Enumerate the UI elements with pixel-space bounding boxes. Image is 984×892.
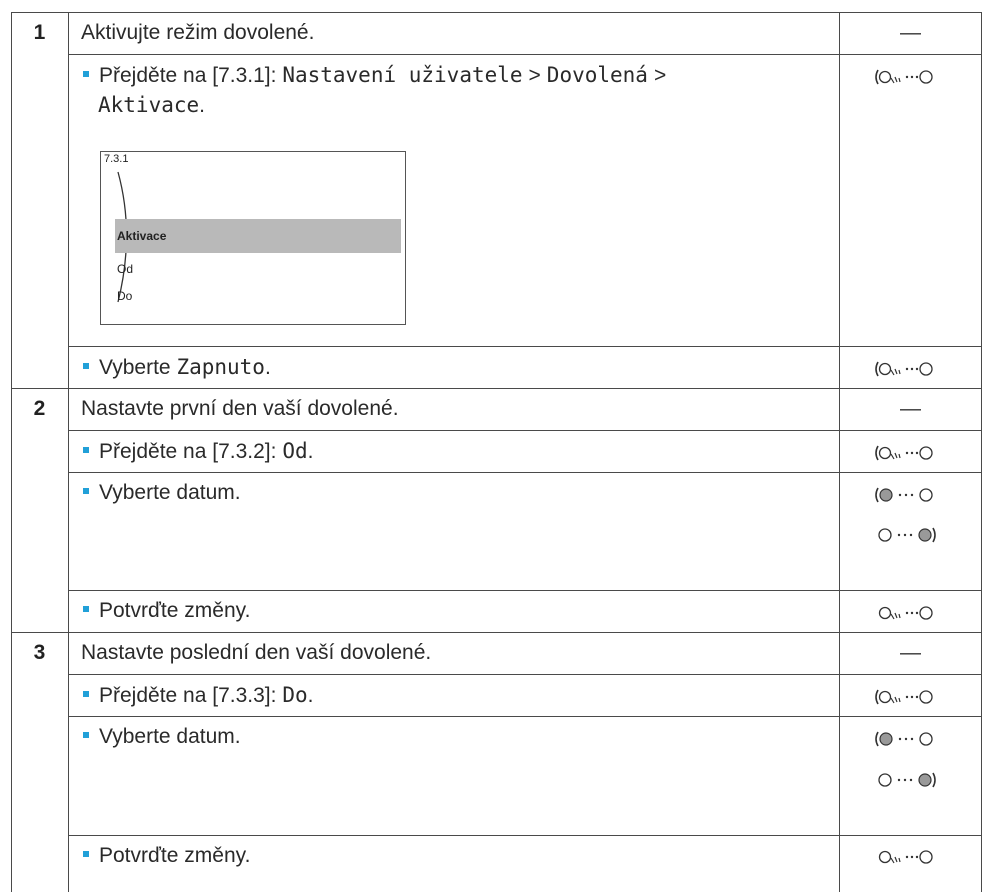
instruction-table: 1 Aktivujte režim dovolené. — Přejděte n… — [11, 12, 982, 892]
row-divider — [68, 346, 982, 347]
menu-path-item: Nastavení uživatele — [282, 63, 523, 87]
substep-navigate: Přejděte na [7.3.3]: Do. — [83, 682, 313, 709]
menu-item: Od — [117, 262, 134, 276]
bullet-icon — [83, 606, 89, 613]
left-dial-press-turn-icon — [875, 689, 933, 705]
bullet-icon — [83, 71, 89, 78]
substep-select-date: Vyberte datum. — [83, 480, 241, 506]
bullet-icon — [83, 732, 89, 739]
step-number: 1 — [33, 21, 46, 44]
bullet-icon — [83, 447, 89, 454]
menu-item-selected: Aktivace — [117, 229, 167, 243]
no-control-dash: — — [900, 21, 921, 44]
bullet-icon — [83, 691, 89, 698]
no-control-dash: — — [900, 397, 921, 420]
left-dial-press-turn-icon — [875, 361, 933, 377]
table-border-left — [11, 12, 12, 892]
bullet-icon — [83, 851, 89, 858]
row-divider — [68, 54, 982, 55]
bullet-icon — [83, 363, 89, 370]
table-divider-controls — [839, 12, 840, 892]
right-dial-turn-icon — [878, 772, 936, 788]
row-divider — [68, 430, 982, 431]
no-control-dash: — — [900, 641, 921, 664]
row-divider — [68, 590, 982, 591]
table-border-right — [981, 12, 982, 892]
substep-navigate: Přejděte na [7.3.2]: Od. — [83, 438, 313, 465]
bullet-icon — [83, 488, 89, 495]
menu-path-item: Dovolená — [546, 63, 648, 87]
step-title: Nastavte poslední den vaší dovolené. — [81, 641, 432, 664]
left-dial-turn-icon — [875, 487, 933, 503]
option-value: Zapnuto — [176, 355, 265, 379]
left-dial-turn-icon — [875, 731, 933, 747]
substep-confirm: Potvrďte změny. — [83, 843, 250, 869]
substep-confirm: Potvrďte změny. — [83, 598, 250, 624]
step-divider — [11, 632, 982, 633]
substep-select-date: Vyberte datum. — [83, 724, 241, 750]
row-divider — [68, 472, 982, 473]
step-title: Nastavte první den vaší dovolené. — [81, 397, 399, 420]
row-divider — [68, 716, 982, 717]
substep-select: Vyberte Zapnuto. — [83, 354, 271, 381]
menu-path-item: Od — [282, 439, 308, 463]
right-dial-turn-icon — [878, 527, 936, 543]
menu-item: Do — [117, 289, 133, 303]
step-divider — [11, 388, 982, 389]
row-divider — [68, 674, 982, 675]
substep-navigate: Přejděte na [7.3.1]: Nastavení uživatele… — [83, 62, 672, 89]
menu-path-item: Do — [282, 683, 308, 707]
table-border-top — [11, 12, 982, 13]
left-dial-press-icon — [878, 606, 933, 620]
substep-navigate-cont: Aktivace. — [98, 93, 205, 117]
left-dial-press-icon — [878, 850, 933, 864]
step-number: 2 — [33, 397, 46, 420]
step-title: Aktivujte režim dovolené. — [81, 21, 315, 44]
left-dial-press-turn-icon — [875, 69, 933, 85]
step-number: 3 — [33, 641, 46, 664]
left-dial-press-turn-icon — [875, 445, 933, 461]
menu-path-item: Aktivace — [98, 93, 200, 117]
lcd-screen-preview: 7.3.1 Aktivace Od Do — [100, 151, 406, 325]
row-divider — [68, 835, 982, 836]
table-divider-number — [68, 12, 69, 892]
